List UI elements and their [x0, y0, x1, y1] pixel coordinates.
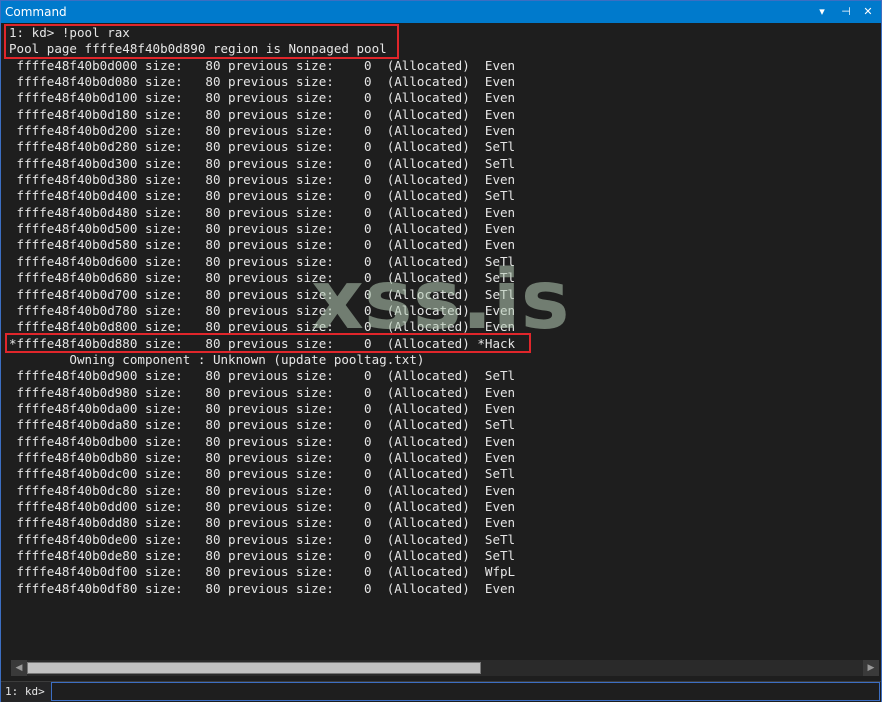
output-line: ffffe48f40b0da00 size: 80 previous size:… — [9, 400, 516, 416]
output-line: ffffe48f40b0de80 size: 80 previous size:… — [9, 548, 516, 563]
watermark: xss.is — [311, 253, 570, 348]
output-line: ffffe48f40b0d500 size: 80 previous size:… — [9, 221, 516, 237]
window-title: Command — [5, 5, 67, 19]
output-line: ffffe48f40b0d580 size: 80 previous size:… — [9, 237, 516, 253]
output-line: ffffe48f40b0d380 size: 80 previous size:… — [9, 172, 516, 188]
scroll-left-icon[interactable]: ◀ — [11, 660, 27, 676]
output-line: ffffe48f40b0d480 size: 80 previous size:… — [9, 204, 516, 220]
output-line: ffffe48f40b0d000 size: 80 previous size:… — [9, 57, 516, 73]
scroll-right-icon[interactable]: ▶ — [863, 660, 879, 676]
pin-icon[interactable]: ⊣ — [835, 1, 857, 23]
dropdown-icon[interactable]: ▾ — [811, 1, 833, 23]
output-line: ffffe48f40b0db80 size: 80 previous size:… — [9, 449, 516, 465]
output-line: ffffe48f40b0d280 size: 80 previous size:… — [9, 139, 516, 155]
output-line: ffffe48f40b0dc00 size: 80 previous size:… — [9, 466, 516, 482]
output-line: ffffe48f40b0dd00 size: 80 previous size:… — [9, 498, 516, 514]
output-line: ffffe48f40b0d400 size: 80 previous size:… — [9, 188, 516, 204]
output-line: ffffe48f40b0db00 size: 80 previous size:… — [9, 433, 516, 449]
output-line: ffffe48f40b0dc80 size: 80 previous size:… — [9, 482, 516, 498]
command-window: Command ▾ ⊣ ✕ 1: kd> !pool rax Pool page … — [0, 0, 882, 702]
command-bar: 1: kd> — [1, 681, 881, 702]
horizontal-scrollbar[interactable]: ◀ ▶ — [11, 660, 879, 676]
output-line: ffffe48f40b0de00 size: 80 previous size:… — [9, 531, 516, 547]
title-bar: Command ▾ ⊣ ✕ — [1, 1, 881, 23]
output-line: ffffe48f40b0d300 size: 80 previous size:… — [9, 155, 516, 171]
output-line: ffffe48f40b0d080 size: 80 previous size:… — [9, 74, 516, 90]
scroll-thumb[interactable] — [27, 662, 481, 674]
output-line: ffffe48f40b0d980 size: 80 previous size:… — [9, 384, 516, 400]
command-prompt-label: 1: kd> — [1, 682, 51, 702]
output-line: ffffe48f40b0d100 size: 80 previous size:… — [9, 90, 516, 106]
output-line: ffffe48f40b0d200 size: 80 previous size:… — [9, 123, 516, 139]
output-line: ffffe48f40b0da80 size: 80 previous size:… — [9, 417, 516, 433]
output-line: ffffe48f40b0d900 size: 80 previous size:… — [9, 368, 516, 384]
output-line: ffffe48f40b0df00 size: 80 previous size:… — [9, 564, 516, 580]
output-line: ffffe48f40b0df80 size: 80 previous size:… — [9, 580, 516, 596]
debugger-output[interactable]: 1: kd> !pool rax Pool page ffffe48f40b0d8… — [1, 23, 881, 659]
close-icon[interactable]: ✕ — [857, 1, 879, 23]
output-line: Owning component : Unknown (update poolt… — [9, 351, 425, 367]
output-line: ffffe48f40b0dd80 size: 80 previous size:… — [9, 515, 516, 531]
output-line: ffffe48f40b0d180 size: 80 previous size:… — [9, 106, 516, 122]
command-highlight-box — [4, 24, 399, 59]
command-input[interactable] — [51, 682, 880, 701]
